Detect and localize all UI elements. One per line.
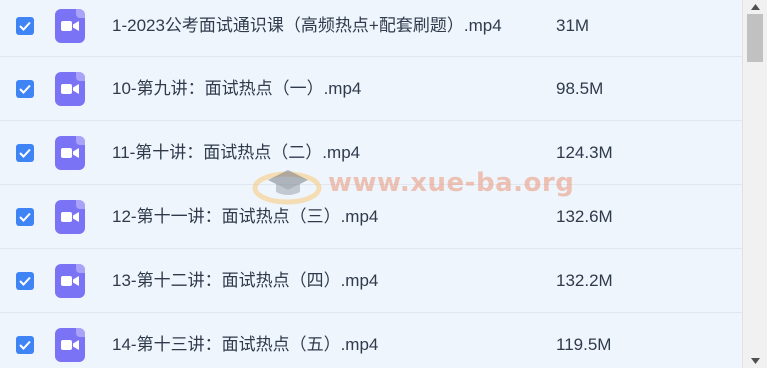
- file-name[interactable]: 10-第九讲：面试热点（一）.mp4: [112, 79, 361, 99]
- checkbox-checked-icon[interactable]: [16, 17, 34, 35]
- file-row[interactable]: 13-第十二讲：面试热点（四）.mp4 132.2M: [0, 249, 742, 313]
- file-size: 98.5M: [556, 79, 604, 98]
- file-name[interactable]: 12-第十一讲：面试热点（三）.mp4: [112, 207, 378, 227]
- scroll-up-arrow-icon[interactable]: [743, 0, 767, 14]
- video-file-icon: [55, 264, 85, 298]
- checkbox-checked-icon[interactable]: [16, 80, 34, 98]
- checkbox-checked-icon[interactable]: [16, 208, 34, 226]
- file-size: 119.5M: [556, 335, 612, 354]
- file-size: 132.2M: [556, 271, 613, 290]
- file-size: 31M: [556, 16, 590, 35]
- video-file-icon: [55, 200, 85, 234]
- video-file-icon: [55, 136, 85, 170]
- file-row[interactable]: 10-第九讲：面试热点（一）.mp4 98.5M: [0, 57, 742, 121]
- file-size: 132.6M: [556, 207, 613, 226]
- file-size: 124.3M: [556, 143, 613, 162]
- checkbox-checked-icon[interactable]: [16, 272, 34, 290]
- file-list: 1-2023公考面试通识课（高频热点+配套刷题）.mp4 31M 10-第九讲：…: [0, 0, 742, 368]
- vertical-scrollbar[interactable]: [742, 0, 767, 368]
- file-row[interactable]: 12-第十一讲：面试热点（三）.mp4 132.6M: [0, 185, 742, 249]
- file-name[interactable]: 1-2023公考面试通识课（高频热点+配套刷题）.mp4: [112, 16, 502, 36]
- file-row[interactable]: 14-第十三讲：面试热点（五）.mp4 119.5M: [0, 313, 742, 368]
- file-row[interactable]: 1-2023公考面试通识课（高频热点+配套刷题）.mp4 31M: [0, 0, 742, 57]
- video-file-icon: [55, 9, 85, 43]
- checkbox-checked-icon[interactable]: [16, 144, 34, 162]
- file-name[interactable]: 13-第十二讲：面试热点（四）.mp4: [112, 271, 378, 291]
- file-name[interactable]: 11-第十讲：面试热点（二）.mp4: [112, 143, 360, 163]
- file-row[interactable]: 11-第十讲：面试热点（二）.mp4 124.3M: [0, 121, 742, 185]
- file-name[interactable]: 14-第十三讲：面试热点（五）.mp4: [112, 335, 378, 355]
- scrollbar-thumb[interactable]: [747, 14, 763, 62]
- video-file-icon: [55, 72, 85, 106]
- scroll-down-arrow-icon[interactable]: [743, 354, 767, 368]
- video-file-icon: [55, 328, 85, 362]
- checkbox-checked-icon[interactable]: [16, 336, 34, 354]
